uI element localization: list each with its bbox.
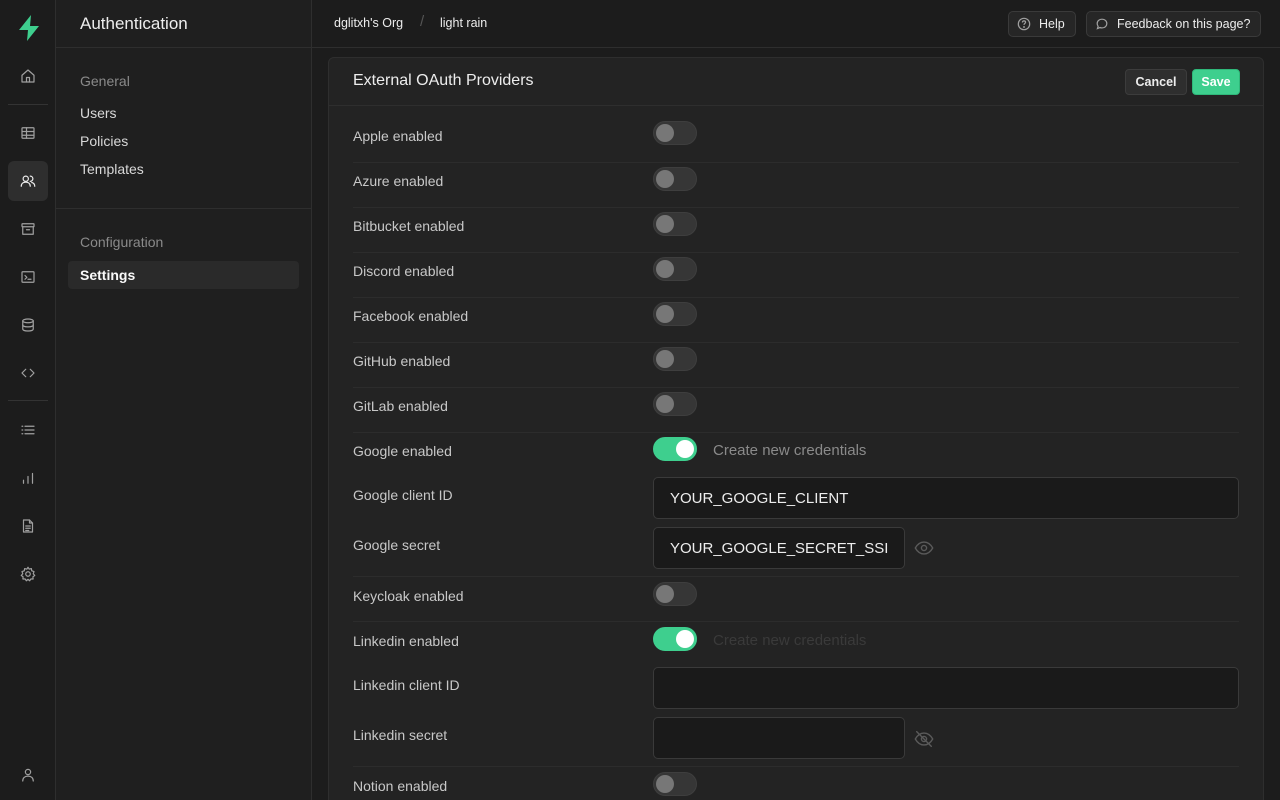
list-icon[interactable] [8,410,48,450]
code-icon[interactable] [8,353,48,393]
provider-row-linkedin: Linkedin enabled Create new credentials … [353,622,1239,767]
rail-divider [8,104,48,105]
provider-label: Google enabled [353,443,452,459]
auth-section-menu: Authentication General Users Policies Te… [56,0,312,800]
panel-header: External OAuth Providers Cancel Save [329,58,1263,106]
feedback-button[interactable]: Feedback on this page? [1086,11,1262,37]
bitbucket-enabled-toggle[interactable] [653,212,697,236]
storage-icon[interactable] [8,209,48,249]
google-client-id-input[interactable]: YOUR_GOOGLE_CLIENT [653,477,1239,519]
provider-label: GitLab enabled [353,398,448,414]
provider-row-facebook: Facebook enabled [353,298,1239,343]
menu-header: Authentication [56,0,311,48]
icon-rail [0,0,56,800]
google-client-id-label: Google client ID [353,487,453,503]
sql-editor-terminal-icon[interactable] [8,257,48,297]
provider-label: Azure enabled [353,173,444,189]
provider-row-bitbucket: Bitbucket enabled [353,208,1239,253]
provider-label: Notion enabled [353,778,448,794]
user-profile-icon[interactable] [8,755,48,795]
menu-item-users[interactable]: Users [68,99,299,127]
provider-row-keycloak: Keycloak enabled [353,577,1239,622]
azure-enabled-toggle[interactable] [653,167,697,191]
show-secret-eye-icon[interactable] [913,537,935,559]
provider-row-github: GitHub enabled [353,343,1239,388]
notion-enabled-toggle[interactable] [653,772,697,796]
menu-group-configuration: Configuration [80,234,164,250]
menu-item-templates[interactable]: Templates [68,155,299,183]
provider-label: Bitbucket enabled [353,218,465,234]
docs-file-icon[interactable] [8,506,48,546]
menu-divider [56,208,312,209]
provider-row-discord: Discord enabled [353,253,1239,298]
panel-title: External OAuth Providers [353,72,534,89]
auth-users-icon[interactable] [8,161,48,201]
menu-group-general: General [80,73,130,89]
provider-label: Keycloak enabled [353,588,464,604]
settings-gear-icon[interactable] [8,554,48,594]
provider-row-azure: Azure enabled [353,163,1239,208]
github-enabled-toggle[interactable] [653,347,697,371]
save-button[interactable]: Save [1192,69,1240,95]
provider-row-google: Google enabled Create new credentials Go… [353,433,1239,577]
oauth-providers-panel: External OAuth Providers Cancel Save App… [328,57,1264,800]
gitlab-enabled-toggle[interactable] [653,392,697,416]
cancel-button[interactable]: Cancel [1125,69,1187,95]
google-enabled-toggle[interactable] [653,437,697,461]
linkedin-secret-input[interactable] [653,717,905,759]
linkedin-client-id-input[interactable] [653,667,1239,709]
breadcrumb-org[interactable]: dglitxh's Org [334,16,403,30]
provider-label: GitHub enabled [353,353,451,369]
help-circle-icon [1017,17,1031,31]
home-icon[interactable] [8,56,48,96]
google-secret-input[interactable]: YOUR_GOOGLE_SECRET_SSI [653,527,905,569]
supabase-logo-icon[interactable] [16,14,42,42]
feedback-label: Feedback on this page? [1117,17,1251,31]
provider-row-notion: Notion enabled [353,767,1239,800]
google-create-credentials-link[interactable]: Create new credentials [713,442,866,459]
provider-row-apple: Apple enabled [353,112,1239,163]
provider-row-gitlab: GitLab enabled [353,388,1239,433]
apple-enabled-toggle[interactable] [653,121,697,145]
database-icon[interactable] [8,305,48,345]
provider-label: Facebook enabled [353,308,469,324]
provider-label: Discord enabled [353,263,455,279]
table-editor-icon[interactable] [8,113,48,153]
menu-item-settings[interactable]: Settings [68,261,299,289]
linkedin-secret-label: Linkedin secret [353,727,448,743]
top-bar: dglitxh's Org / light rain Help Feedback… [312,0,1280,48]
rail-divider [8,400,48,401]
linkedin-create-credentials-link[interactable]: Create new credentials [713,632,866,649]
breadcrumb-separator: / [420,13,425,30]
linkedin-client-id-label: Linkedin client ID [353,677,460,693]
breadcrumb-project[interactable]: light rain [440,16,487,30]
linkedin-enabled-toggle[interactable] [653,627,697,651]
google-secret-label: Google secret [353,537,441,553]
hide-secret-eye-off-icon[interactable] [913,728,935,750]
discord-enabled-toggle[interactable] [653,257,697,281]
facebook-enabled-toggle[interactable] [653,302,697,326]
keycloak-enabled-toggle[interactable] [653,582,697,606]
menu-item-policies[interactable]: Policies [68,127,299,155]
menu-title: Authentication [80,13,188,33]
provider-label: Linkedin enabled [353,633,459,649]
help-button[interactable]: Help [1008,11,1076,37]
help-label: Help [1039,17,1065,31]
chat-bubble-icon [1096,18,1108,30]
reports-bar-chart-icon[interactable] [8,458,48,498]
provider-label: Apple enabled [353,128,443,144]
